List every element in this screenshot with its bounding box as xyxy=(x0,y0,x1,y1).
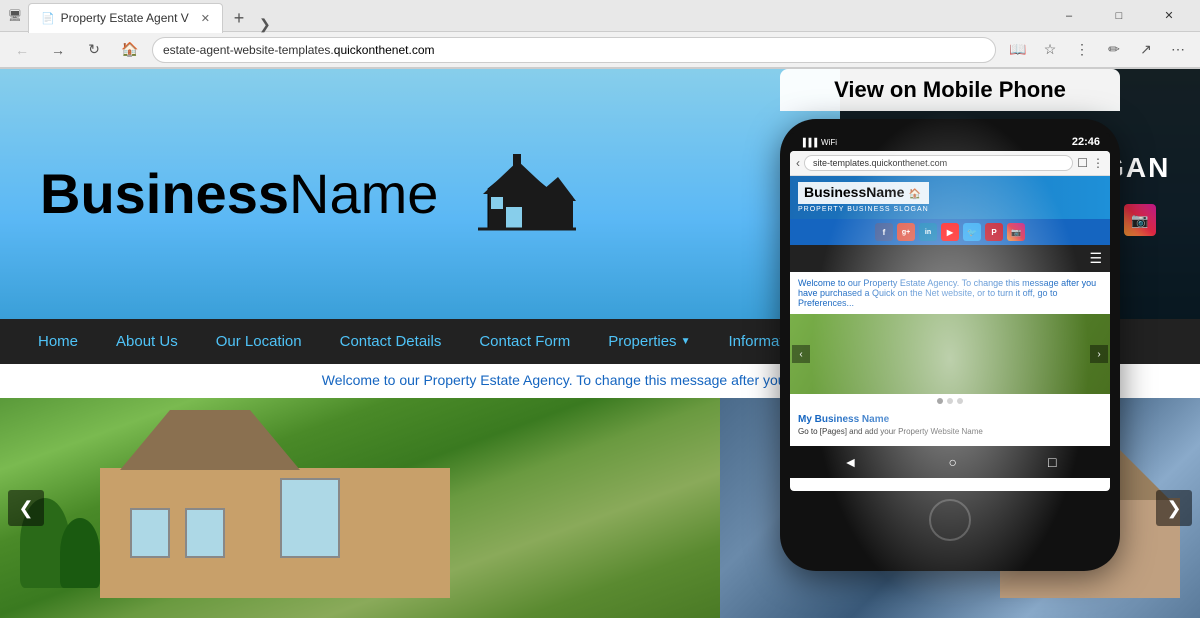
phone-bookmark-icon: ☐ xyxy=(1077,156,1088,170)
property-image-left xyxy=(0,398,720,618)
phone-time: 22:46 xyxy=(1072,136,1100,148)
phone-pi-icon: P xyxy=(985,223,1003,241)
business-logo: BusinessName xyxy=(40,139,578,249)
mobile-phone-overlay: View on Mobile Phone ▐▐▐ WiFi 22:46 ‹ si… xyxy=(780,69,1120,571)
phone-slider-image xyxy=(790,314,1110,394)
business-name-light: Name xyxy=(289,162,438,225)
url-prefix: estate-agent-website-templates. xyxy=(163,43,334,57)
website-content: BusinessName xyxy=(0,69,1200,641)
new-tab-button[interactable]: + xyxy=(225,5,253,33)
window-icon: 🖥 xyxy=(8,9,22,22)
maximize-button[interactable]: □ xyxy=(1096,0,1142,32)
browser-titlebar: 🖥 📄 Property Estate Agent V ✕ + ❯ – □ ✕ xyxy=(0,0,1200,32)
phone-slider-next[interactable]: › xyxy=(1090,345,1108,363)
phone-back-icon: ‹ xyxy=(796,156,800,170)
phone-browser-chrome: ‹ site-templates.quickonthenet.com ☐ ⋮ xyxy=(790,151,1110,176)
dropdown-arrow-icon: ▼ xyxy=(681,336,691,347)
tab-chevron-button[interactable]: ❯ xyxy=(259,16,271,33)
home-button[interactable]: 🏠 xyxy=(116,36,144,64)
phone-biz-name: BusinessName xyxy=(804,184,904,200)
url-input[interactable]: estate-agent-website-templates.quickonth… xyxy=(152,37,996,63)
nav-about[interactable]: About Us xyxy=(98,323,196,360)
phone-url-bar: site-templates.quickonthenet.com xyxy=(804,155,1073,171)
nav-home[interactable]: Home xyxy=(20,323,96,360)
tab-bar: 📄 Property Estate Agent V ✕ + ❯ xyxy=(28,0,1040,33)
forward-button[interactable]: → xyxy=(44,36,72,64)
phone-logo-section: BusinessName 🏠 PROPERTY BUSINESS SLOGAN xyxy=(798,182,929,213)
nav-contact-details[interactable]: Contact Details xyxy=(322,323,460,360)
phone-recent-nav-icon: □ xyxy=(1048,454,1056,470)
phone-biz-title: My Business Name xyxy=(798,414,1102,425)
house-svg xyxy=(458,139,578,249)
share-icon[interactable]: ↗ xyxy=(1132,36,1160,64)
phone-li-icon: in xyxy=(919,223,937,241)
instagram-icon[interactable]: 📷 xyxy=(1124,204,1156,236)
phone-ig-icon: 📷 xyxy=(1007,223,1025,241)
tab-close-button[interactable]: ✕ xyxy=(201,12,210,25)
toolbar-icons: 📖 ☆ ⋮ ✏ ↗ ⋯ xyxy=(1004,36,1192,64)
phone-slider-dots xyxy=(790,394,1110,408)
phone-fb-icon: f xyxy=(875,223,893,241)
refresh-button[interactable]: ↻ xyxy=(80,36,108,64)
phone-slider-prev[interactable]: ‹ xyxy=(792,345,810,363)
phone-gp-icon: g+ xyxy=(897,223,915,241)
slider-prev-button[interactable]: ❮ xyxy=(8,490,44,526)
phone-biz-desc: Go to [Pages] and add your Property Webs… xyxy=(798,427,1102,436)
reader-view-icon[interactable]: 📖 xyxy=(1004,36,1032,64)
minimize-button[interactable]: – xyxy=(1046,0,1092,32)
phone-yt-icon: ▶ xyxy=(941,223,959,241)
phone-device: ▐▐▐ WiFi 22:46 ‹ site-templates.quickont… xyxy=(780,119,1120,571)
house-icon xyxy=(458,139,578,249)
address-bar: ← → ↻ 🏠 estate-agent-website-templates.q… xyxy=(0,32,1200,68)
phone-home-nav-icon: ○ xyxy=(948,454,956,470)
bookmark-icon[interactable]: ☆ xyxy=(1036,36,1064,64)
business-name-text: BusinessName xyxy=(40,166,438,222)
browser-chrome: 🖥 📄 Property Estate Agent V ✕ + ❯ – □ ✕ … xyxy=(0,0,1200,69)
nav-location[interactable]: Our Location xyxy=(198,323,320,360)
phone-home-button[interactable] xyxy=(929,499,971,541)
close-button[interactable]: ✕ xyxy=(1146,0,1192,32)
phone-nav-bar: ☰ xyxy=(790,245,1110,272)
phone-status-bar: ▐▐▐ WiFi 22:46 xyxy=(790,133,1110,151)
phone-menu-icon: ⋮ xyxy=(1092,156,1104,170)
phone-site-header: BusinessName 🏠 PROPERTY BUSINESS SLOGAN xyxy=(790,176,1110,219)
slider-next-button[interactable]: ❯ xyxy=(1156,490,1192,526)
url-domain: quickonthenet.com xyxy=(334,43,435,57)
phone-screen: ‹ site-templates.quickonthenet.com ☐ ⋮ B… xyxy=(790,151,1110,491)
phone-house-mini: 🏠 xyxy=(909,189,921,200)
phone-biz-name-badge: BusinessName 🏠 xyxy=(798,182,929,204)
phone-signal: ▐▐▐ WiFi xyxy=(800,138,837,147)
phone-back-nav-icon: ◄ xyxy=(844,454,858,470)
phone-tw-icon: 🐦 xyxy=(963,223,981,241)
phone-dot-1 xyxy=(937,398,943,404)
tab-label: Property Estate Agent V xyxy=(61,11,189,25)
business-name: BusinessName xyxy=(40,166,438,222)
mobile-overlay-label: View on Mobile Phone xyxy=(780,69,1120,111)
menu-icon[interactable]: ⋮ xyxy=(1068,36,1096,64)
nav-contact-form[interactable]: Contact Form xyxy=(461,323,588,360)
pen-icon[interactable]: ✏ xyxy=(1100,36,1128,64)
business-name-bold: Business xyxy=(40,162,289,225)
phone-dot-2 xyxy=(947,398,953,404)
phone-bottom-nav: ◄ ○ □ xyxy=(790,446,1110,478)
phone-welcome-text: Welcome to our Property Estate Agency. T… xyxy=(798,278,1102,308)
phone-slider: ‹ › xyxy=(790,314,1110,394)
tab-icon: 📄 xyxy=(41,12,55,25)
window-controls: – □ ✕ xyxy=(1046,0,1192,32)
phone-social-row: f g+ in ▶ 🐦 P 📷 xyxy=(790,219,1110,245)
nav-properties[interactable]: Properties ▼ xyxy=(590,323,708,360)
phone-welcome-section: Welcome to our Property Estate Agency. T… xyxy=(790,272,1110,314)
phone-hamburger-icon: ☰ xyxy=(1089,250,1102,267)
back-button[interactable]: ← xyxy=(8,36,36,64)
more-icon[interactable]: ⋯ xyxy=(1164,36,1192,64)
phone-slogan-sm: PROPERTY BUSINESS SLOGAN xyxy=(798,206,929,213)
phone-dot-3 xyxy=(957,398,963,404)
active-tab[interactable]: 📄 Property Estate Agent V ✕ xyxy=(28,3,223,33)
phone-biz-name-section: My Business Name Go to [Pages] and add y… xyxy=(790,408,1110,442)
